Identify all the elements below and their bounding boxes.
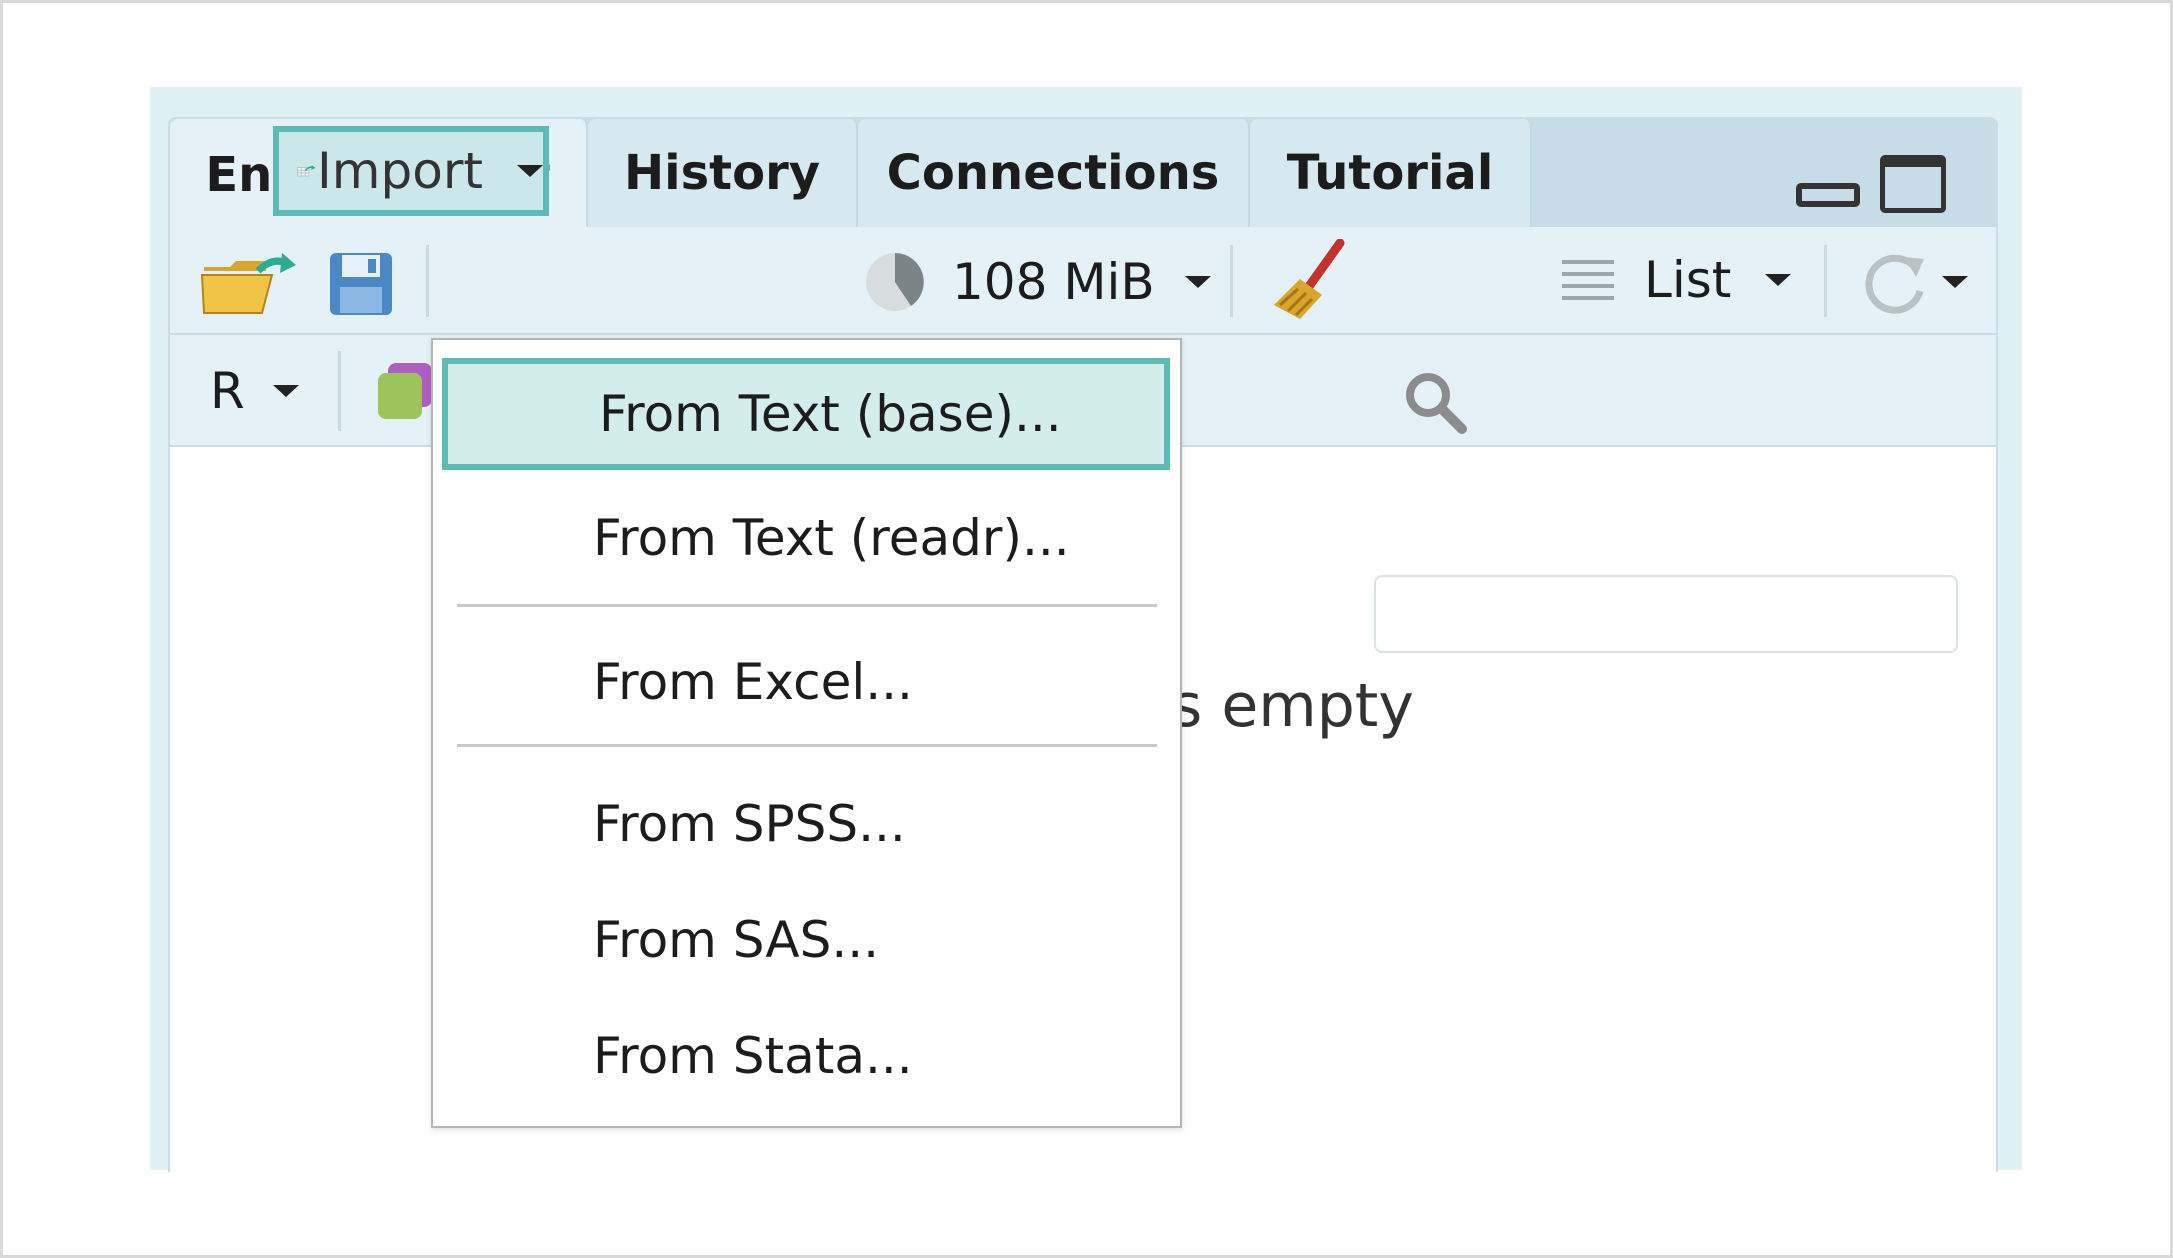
chevron-down-icon bbox=[517, 165, 543, 177]
memory-pie-icon bbox=[866, 253, 924, 311]
list-icon bbox=[1562, 260, 1614, 300]
search-input[interactable] bbox=[1374, 575, 1958, 653]
chevron-down-icon bbox=[1184, 276, 1211, 288]
import-dataset-button[interactable]: Import bbox=[273, 126, 549, 216]
search-icon bbox=[1402, 369, 1468, 435]
menu-item-from-text-readr[interactable]: From Text (readr)... bbox=[433, 482, 1180, 594]
tab-history[interactable]: History bbox=[588, 119, 858, 227]
menu-item-from-spss[interactable]: From SPSS... bbox=[433, 768, 1180, 880]
environment-toolbar: 108 MiB List bbox=[170, 227, 1996, 335]
tab-tutorial[interactable]: Tutorial bbox=[1250, 119, 1532, 227]
broom-icon[interactable] bbox=[1270, 239, 1350, 321]
menu-item-from-excel[interactable]: From Excel... bbox=[433, 626, 1180, 738]
tab-connections[interactable]: Connections bbox=[858, 119, 1250, 227]
chevron-down-icon bbox=[1942, 276, 1968, 288]
maximize-pane-icon[interactable] bbox=[1880, 155, 1946, 213]
import-dataset-label: Import bbox=[317, 142, 483, 200]
import-dataset-menu: From Text (base)... From Text (readr)...… bbox=[431, 338, 1182, 1128]
chevron-down-icon bbox=[1765, 274, 1792, 286]
save-icon[interactable] bbox=[328, 251, 394, 317]
menu-item-from-stata[interactable]: From Stata... bbox=[433, 1000, 1180, 1112]
import-table-icon bbox=[297, 165, 316, 177]
toolbar-separator bbox=[426, 245, 429, 317]
language-selector[interactable]: R bbox=[210, 353, 299, 429]
refresh-button[interactable] bbox=[1860, 247, 1968, 317]
memory-usage-label: 108 MiB bbox=[952, 253, 1155, 311]
menu-divider bbox=[457, 604, 1157, 607]
memory-usage-button[interactable]: 108 MiB bbox=[864, 251, 1211, 313]
global-environment-icon[interactable] bbox=[378, 361, 434, 421]
language-label: R bbox=[210, 362, 245, 420]
toolbar-separator bbox=[1824, 245, 1827, 317]
view-mode-button[interactable]: List bbox=[1560, 251, 1792, 309]
minimize-pane-icon[interactable] bbox=[1796, 183, 1860, 207]
refresh-icon bbox=[1865, 254, 1924, 314]
folder-open-icon[interactable] bbox=[200, 249, 300, 317]
view-mode-label: List bbox=[1644, 251, 1732, 309]
chevron-down-icon bbox=[272, 385, 299, 397]
menu-item-from-sas[interactable]: From SAS... bbox=[433, 884, 1180, 996]
toolbar-separator bbox=[338, 351, 341, 431]
menu-item-from-text-base[interactable]: From Text (base)... bbox=[442, 358, 1170, 470]
menu-divider bbox=[457, 744, 1157, 747]
toolbar-separator bbox=[1230, 245, 1233, 317]
